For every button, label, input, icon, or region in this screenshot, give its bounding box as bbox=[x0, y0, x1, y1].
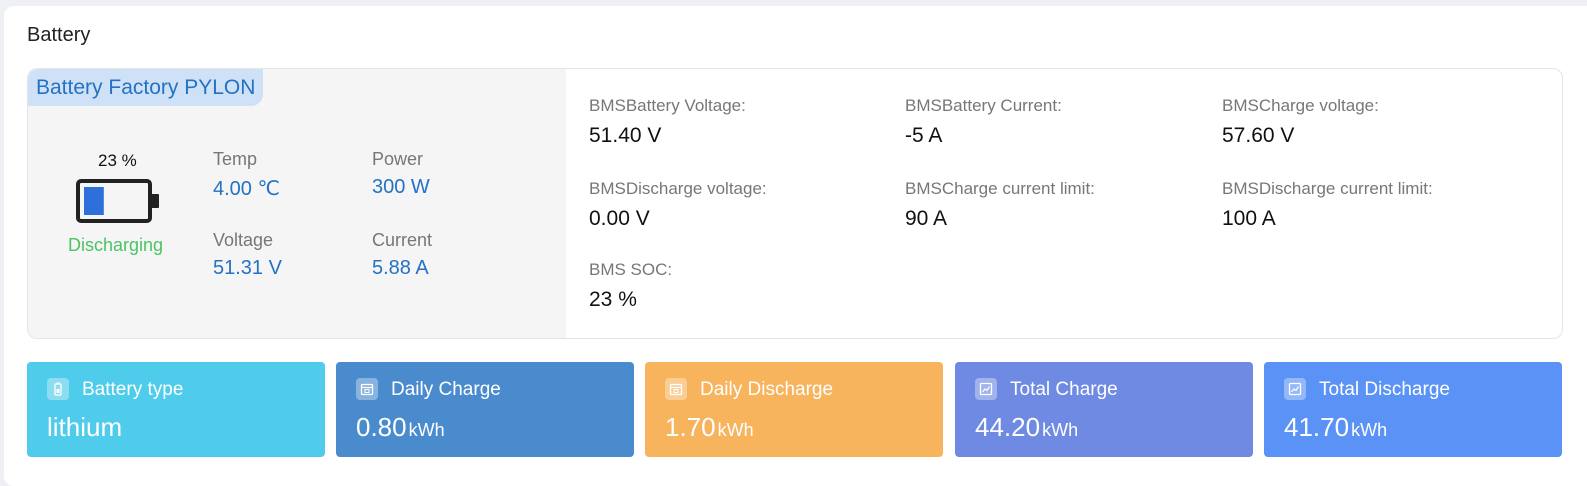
bms-discharge-current-limit-value: 100 A bbox=[1222, 207, 1276, 230]
metric-temp-label: Temp bbox=[213, 149, 258, 169]
bms-battery-current-label: BMSBattery Current: bbox=[905, 96, 1062, 115]
bms-soc-value: 23 % bbox=[589, 288, 637, 311]
tile-total-charge-value: 44.20 kWh bbox=[975, 412, 1078, 443]
bms-charge-current-limit: BMSCharge current limit: 90 A bbox=[905, 179, 1095, 231]
tile-daily-charge-value: 0.80 kWh bbox=[356, 412, 445, 443]
battery-factory-tag: Battery Factory PYLON bbox=[28, 69, 264, 106]
metric-current-label: Current bbox=[372, 230, 433, 250]
tile-daily-charge: Daily Charge 0.80 kWh bbox=[336, 362, 634, 457]
bms-battery-voltage: BMSBattery Voltage: 51.40 V bbox=[589, 96, 746, 148]
tile-battery-type-value: lithium bbox=[47, 412, 122, 443]
tile-daily-charge-number: 0.80 bbox=[356, 412, 407, 442]
bms-discharge-current-limit-label: BMSDischarge current limit: bbox=[1222, 179, 1433, 198]
battery-card: Battery Battery Factory PYLON 23 % Disch… bbox=[4, 6, 1587, 486]
tile-total-charge: Total Charge 44.20 kWh bbox=[955, 362, 1253, 457]
bms-soc: BMS SOC: 23 % bbox=[589, 260, 672, 312]
bms-battery-voltage-value: 51.40 V bbox=[589, 124, 662, 147]
metric-current-value: 5.88 A bbox=[372, 257, 429, 279]
tile-total-charge-number: 44.20 bbox=[975, 412, 1041, 442]
chart-icon bbox=[1284, 378, 1306, 400]
bms-charge-current-limit-label: BMSCharge current limit: bbox=[905, 179, 1095, 198]
battery-info-panel: Battery Factory PYLON 23 % Discharging T… bbox=[27, 68, 1563, 339]
bms-battery-current: BMSBattery Current: -5 A bbox=[905, 96, 1062, 148]
metric-power-label: Power bbox=[372, 149, 424, 169]
tile-daily-discharge: Daily Discharge 1.70 kWh bbox=[645, 362, 943, 457]
tile-daily-discharge-unit: kWh bbox=[717, 420, 754, 440]
tile-battery-type-label: Battery type bbox=[82, 379, 184, 400]
metric-voltage-value: 51.31 V bbox=[213, 257, 282, 279]
tile-total-discharge-unit: kWh bbox=[1351, 420, 1388, 440]
battery-small-icon bbox=[47, 378, 69, 400]
battery-state: Discharging bbox=[68, 235, 164, 255]
bms-discharge-voltage: BMSDischarge voltage: 0.00 V bbox=[589, 179, 767, 231]
bms-charge-voltage: BMSCharge voltage: 57.60 V bbox=[1222, 96, 1379, 148]
tile-daily-charge-unit: kWh bbox=[408, 420, 445, 440]
tile-daily-discharge-label: Daily Discharge bbox=[700, 379, 834, 400]
metric-temp: Temp 4.00 ℃ bbox=[213, 149, 280, 201]
bms-soc-label: BMS SOC: bbox=[589, 260, 673, 279]
bms-discharge-voltage-label: BMSDischarge voltage: bbox=[589, 179, 767, 198]
tile-total-charge-label: Total Charge bbox=[1010, 379, 1118, 400]
metric-voltage: Voltage 51.31 V bbox=[213, 230, 282, 280]
bms-discharge-current-limit: BMSDischarge current limit: 100 A bbox=[1222, 179, 1433, 231]
tile-total-discharge-number: 41.70 bbox=[1284, 412, 1350, 442]
tile-battery-type: Battery type lithium bbox=[27, 362, 325, 457]
metric-power: Power 300 W bbox=[372, 149, 430, 199]
battery-icon bbox=[76, 179, 159, 223]
tile-daily-charge-label: Daily Charge bbox=[391, 379, 501, 400]
tile-total-discharge: Total Discharge 41.70 kWh bbox=[1264, 362, 1562, 457]
metric-voltage-label: Voltage bbox=[213, 230, 274, 250]
bms-battery-voltage-label: BMSBattery Voltage: bbox=[589, 96, 746, 115]
battery-soc: 23 % bbox=[98, 151, 137, 170]
tile-battery-type-number: lithium bbox=[47, 412, 123, 442]
bms-charge-voltage-label: BMSCharge voltage: bbox=[1222, 96, 1379, 115]
bms-discharge-voltage-value: 0.00 V bbox=[589, 207, 650, 230]
tile-daily-discharge-value: 1.70 kWh bbox=[665, 412, 754, 443]
tile-daily-discharge-number: 1.70 bbox=[665, 412, 716, 442]
tile-total-discharge-label: Total Discharge bbox=[1319, 379, 1450, 400]
bms-charge-voltage-value: 57.60 V bbox=[1222, 124, 1295, 147]
calendar-icon bbox=[356, 378, 378, 400]
metric-power-value: 300 W bbox=[372, 176, 430, 198]
battery-summary-pane: Battery Factory PYLON 23 % Discharging T… bbox=[28, 69, 566, 338]
bms-battery-current-value: -5 A bbox=[905, 124, 943, 147]
metric-temp-value: 4.00 ℃ bbox=[213, 178, 280, 200]
calendar-icon bbox=[665, 378, 687, 400]
chart-icon bbox=[975, 378, 997, 400]
battery-level-fill bbox=[84, 187, 104, 215]
metric-current: Current 5.88 A bbox=[372, 230, 432, 280]
tile-total-charge-unit: kWh bbox=[1042, 420, 1079, 440]
tile-total-discharge-value: 41.70 kWh bbox=[1284, 412, 1387, 443]
card-title: Battery bbox=[27, 24, 91, 46]
bms-charge-current-limit-value: 90 A bbox=[905, 207, 948, 230]
